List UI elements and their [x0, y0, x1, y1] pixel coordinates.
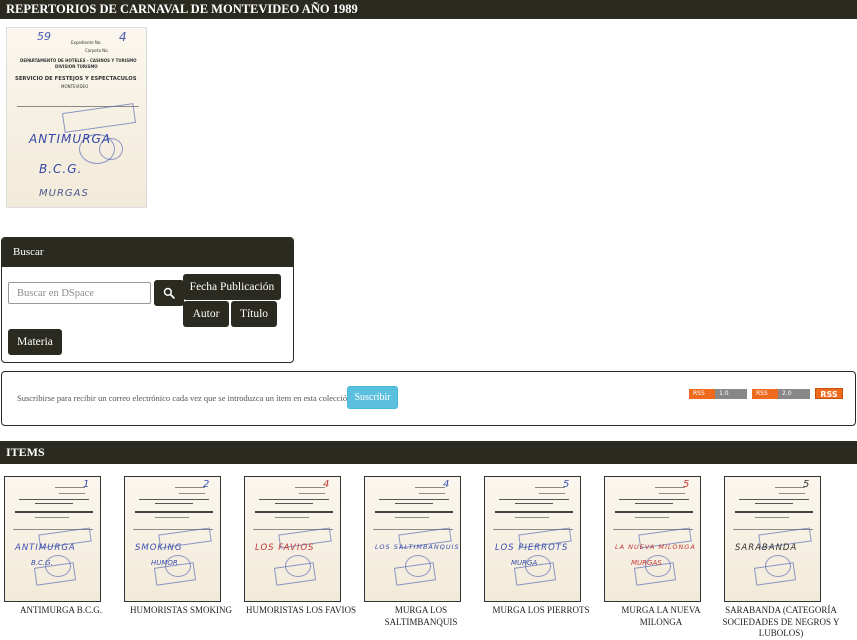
item-title-link[interactable]: HUMORISTAS SMOKING: [121, 605, 241, 617]
item-page-number: 4: [323, 479, 330, 490]
cover-number: 4: [119, 30, 127, 44]
rss-1-link[interactable]: RSS 1.0: [689, 389, 747, 399]
handwriting-line: LOS FAVIOS: [255, 543, 315, 553]
handwriting-line: LOS SALTIMBANQUIS: [375, 543, 460, 551]
search-panel-header: Buscar: [2, 238, 293, 267]
item-page-number: 1: [83, 479, 90, 490]
handwriting-line: MURGAS: [39, 188, 89, 199]
rss-badge-label: RSS: [752, 389, 778, 399]
handwriting-line: B.C.G.: [39, 162, 83, 176]
item-title-link[interactable]: MURGA LA NUEVA MILONGA: [601, 605, 721, 628]
item-thumbnail[interactable]: 2 SMOKING HUMOR: [124, 476, 221, 602]
handwriting-line: LOS PIERROTS: [495, 543, 569, 553]
document-scan: [725, 477, 820, 601]
division-text: DIVISION TURISMO: [55, 64, 98, 69]
rss-feed-icon[interactable]: RSS: [815, 388, 843, 399]
item-title-link[interactable]: ANTIMURGA B.C.G.: [1, 605, 121, 617]
dept-text: DEPARTAMENTO DE HOTELES - CASINOS Y TURI…: [20, 58, 137, 63]
rss-badge-version: 2.0: [778, 389, 810, 399]
document-scan: [5, 477, 100, 601]
handwriting-line: SMOKING: [135, 543, 183, 553]
stamp: [273, 562, 317, 586]
collection-cover-image[interactable]: 59 Expediente No. 4 Carpeta No. DEPARTAM…: [6, 27, 147, 208]
field-carpeta: Carpeta No.: [85, 48, 109, 53]
item-thumbnail[interactable]: 5 SARABANDA: [724, 476, 821, 602]
item-page-number: 5: [563, 479, 570, 490]
item-thumbnail[interactable]: 5 LOS PIERROTS MURGA: [484, 476, 581, 602]
search-input[interactable]: [8, 282, 151, 304]
search-icon: [163, 287, 175, 299]
document-scan: [485, 477, 580, 601]
item-title-link[interactable]: SARABANDA (CATEGORÍA SOCIEDADES DE NEGRO…: [721, 605, 841, 640]
item-page-number: 4: [443, 479, 450, 490]
document-scan: [245, 477, 340, 601]
browse-fecha-button[interactable]: Fecha Publicación: [183, 274, 281, 300]
item-thumbnail[interactable]: 4 LOS FAVIOS: [244, 476, 341, 602]
handwriting-line: LA NUEVA MILONGA: [615, 543, 696, 551]
collection-title: REPERTORIOS DE CARNAVAL DE MONTEVIDEO AÑ…: [0, 0, 857, 19]
stamp: [753, 562, 797, 586]
handwriting-line: MURGAS: [631, 559, 662, 567]
item-title-link[interactable]: MURGA LOS PIERROTS: [481, 605, 601, 617]
item-thumbnail[interactable]: 4 LOS SALTIMBANQUIS: [364, 476, 461, 602]
item-page-number: 5: [803, 479, 810, 490]
subscribe-button[interactable]: Suscribir: [347, 386, 398, 409]
handwriting-line: MURGA: [511, 559, 538, 567]
item-thumbnail[interactable]: 1 ANTIMURGA B.C.G.: [4, 476, 101, 602]
subscription-panel: Suscribirse para recibir un correo elect…: [1, 371, 856, 426]
item-page-number: 2: [203, 479, 210, 490]
item-title-link[interactable]: MURGA LOS SALTIMBANQUIS: [361, 605, 481, 628]
document-scan: [365, 477, 460, 601]
rss-badge-version: 1.0: [715, 389, 747, 399]
document-scan: [605, 477, 700, 601]
document-scan: [125, 477, 220, 601]
stamp: [393, 562, 437, 586]
handwriting-line: B.C.G.: [31, 559, 53, 567]
service-text: SERVICIO DE FESTEJOS Y ESPECTACULOS: [15, 76, 137, 82]
rss-2-link[interactable]: RSS 2.0: [752, 389, 810, 399]
handwriting-line: ANTIMURGA: [29, 132, 112, 146]
handwriting-line: HUMOR: [151, 559, 178, 567]
item-title-link[interactable]: HUMORISTAS LOS FAVIOS: [241, 605, 361, 617]
subscription-text: Suscribirse para recibir un correo elect…: [17, 393, 354, 403]
cover-top-number: 59: [37, 30, 51, 43]
browse-autor-button[interactable]: Autor: [183, 301, 229, 327]
item-page-number: 5: [683, 479, 690, 490]
stamp: [61, 103, 137, 133]
search-button[interactable]: [154, 280, 184, 306]
handwriting-line: ANTIMURGA: [15, 543, 76, 553]
document-scan: 59 Expediente No. 4 Carpeta No. DEPARTAM…: [7, 28, 146, 207]
items-header: ITEMS: [0, 441, 857, 464]
browse-materia-button[interactable]: Materia: [8, 329, 62, 355]
item-thumbnail[interactable]: 5 LA NUEVA MILONGA MURGAS: [604, 476, 701, 602]
handwriting-line: SARABANDA: [735, 543, 798, 553]
city-text: MONTEVIDEO: [61, 84, 89, 89]
search-panel: Buscar Fecha Publicación Autor Título Ma…: [1, 237, 294, 363]
rss-badge-label: RSS: [689, 389, 715, 399]
field-expediente: Expediente No.: [71, 40, 102, 45]
browse-titulo-button[interactable]: Título: [231, 301, 277, 327]
